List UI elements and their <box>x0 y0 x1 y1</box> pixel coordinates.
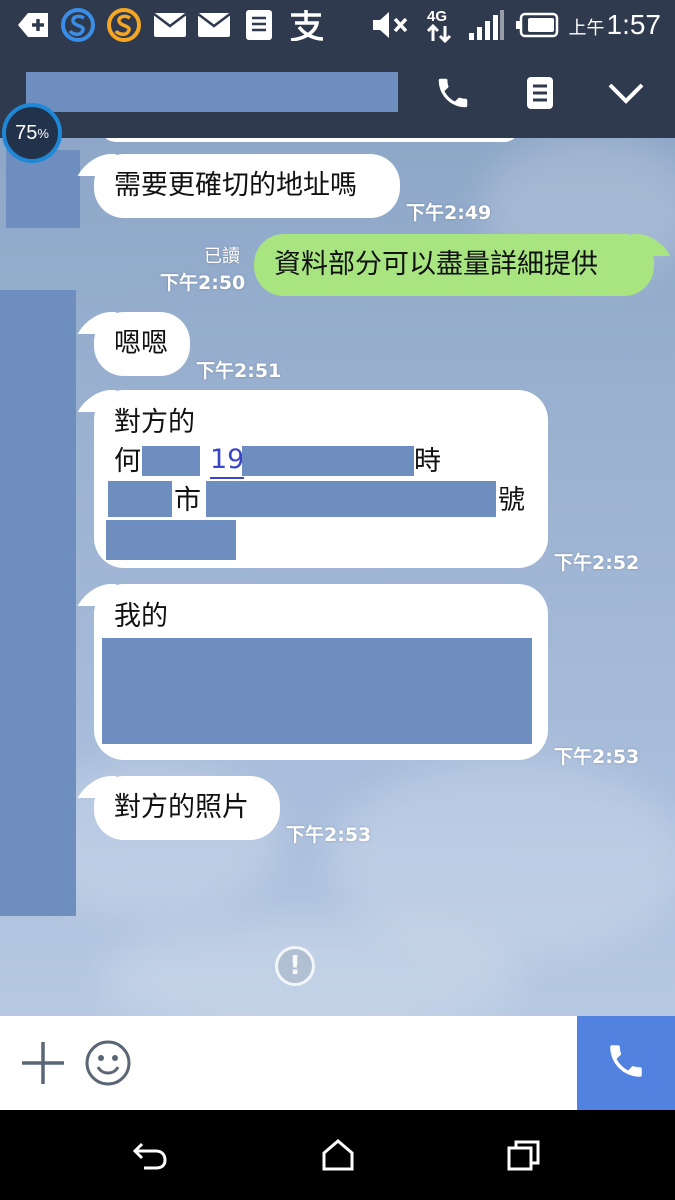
phone-button[interactable] <box>425 70 481 120</box>
sogou-icon <box>60 8 96 42</box>
battery-icon <box>514 8 560 42</box>
plus-icon[interactable] <box>20 1040 66 1090</box>
message-bubble[interactable]: 需要更確切的地址嗎 <box>94 154 400 218</box>
message-time: 下午2:51 <box>196 360 282 382</box>
message-time: 下午2:49 <box>406 202 492 224</box>
navigation-bar <box>0 1110 675 1200</box>
signal-icon <box>466 8 506 42</box>
menu-toggle-button[interactable] <box>598 70 654 120</box>
redacted-block <box>242 446 414 476</box>
message-text: 對方的照片 <box>114 792 249 823</box>
message-time: 下午2:53 <box>554 746 640 768</box>
message-bubble[interactable]: 嗯嗯 <box>94 312 190 376</box>
redacted-block <box>102 638 532 744</box>
message-text: 對方的 <box>114 407 195 438</box>
message-time: 下午2:53 <box>286 824 372 846</box>
message-time: 下午2:50 <box>160 272 246 294</box>
mail-icon <box>196 8 232 42</box>
message-text: 我的 <box>114 601 168 632</box>
avatar[interactable] <box>6 150 80 228</box>
status-clock: 上午1:57 <box>568 9 662 40</box>
read-receipt: 已讀 <box>204 246 240 267</box>
redacted-block <box>106 520 236 560</box>
phone-icon <box>434 74 472 116</box>
avatar[interactable] <box>0 290 76 916</box>
mute-icon <box>370 8 410 42</box>
back-icon[interactable] <box>130 1135 170 1175</box>
message-bubble[interactable]: 對方的 何 19 時 市 號 <box>94 390 548 568</box>
redacted-block <box>108 481 172 517</box>
message-text: 時 <box>414 446 441 477</box>
home-icon[interactable] <box>318 1135 358 1175</box>
message-text: 何 <box>114 446 141 477</box>
redacted-block <box>142 446 200 476</box>
message-text: 嗯嗯 <box>114 328 168 359</box>
recent-apps-icon[interactable] <box>504 1135 544 1175</box>
svg-text:4G: 4G <box>427 8 447 25</box>
chat-area[interactable]: 需要更確切的地址嗎 下午2:49 已讀 下午2:50 資料部分可以盡量詳細提供 … <box>0 138 675 1016</box>
emoji-icon[interactable] <box>84 1039 132 1091</box>
notification-plus-icon <box>16 8 50 42</box>
call-button[interactable] <box>577 1016 675 1110</box>
contact-name-redacted[interactable] <box>26 72 398 112</box>
message-text: 市 <box>174 485 201 516</box>
notes-button[interactable] <box>512 70 568 120</box>
message-bubble[interactable]: 資料部分可以盡量詳細提供 <box>254 234 654 296</box>
phone-number-link[interactable]: 19 <box>210 443 245 479</box>
message-bubble[interactable]: 對方的照片 <box>94 776 280 840</box>
sogou-orange-icon <box>106 8 142 42</box>
network-4g-icon: 4G <box>420 8 458 43</box>
alipay-icon <box>286 8 326 42</box>
status-bar: 4G 上午1:57 <box>0 0 675 50</box>
call-icon <box>605 1040 647 1086</box>
battery-percentage-widget[interactable]: 75% <box>2 103 62 163</box>
message-text: 資料部分可以盡量詳細提供 <box>274 249 598 280</box>
chevron-down-icon <box>607 81 645 109</box>
previous-message-bubble[interactable] <box>100 138 520 142</box>
notes-icon <box>526 76 554 114</box>
message-text: 需要更確切的地址嗎 <box>114 170 357 201</box>
input-bar <box>0 1016 675 1110</box>
document-icon <box>242 8 276 42</box>
message-text: 號 <box>498 485 525 516</box>
redacted-block <box>206 481 496 517</box>
message-bubble[interactable]: 我的 <box>94 584 548 760</box>
chat-header <box>0 50 675 138</box>
mail-icon <box>152 8 188 42</box>
message-time: 下午2:52 <box>554 552 640 574</box>
report-warning-icon[interactable]: ! <box>275 946 315 986</box>
